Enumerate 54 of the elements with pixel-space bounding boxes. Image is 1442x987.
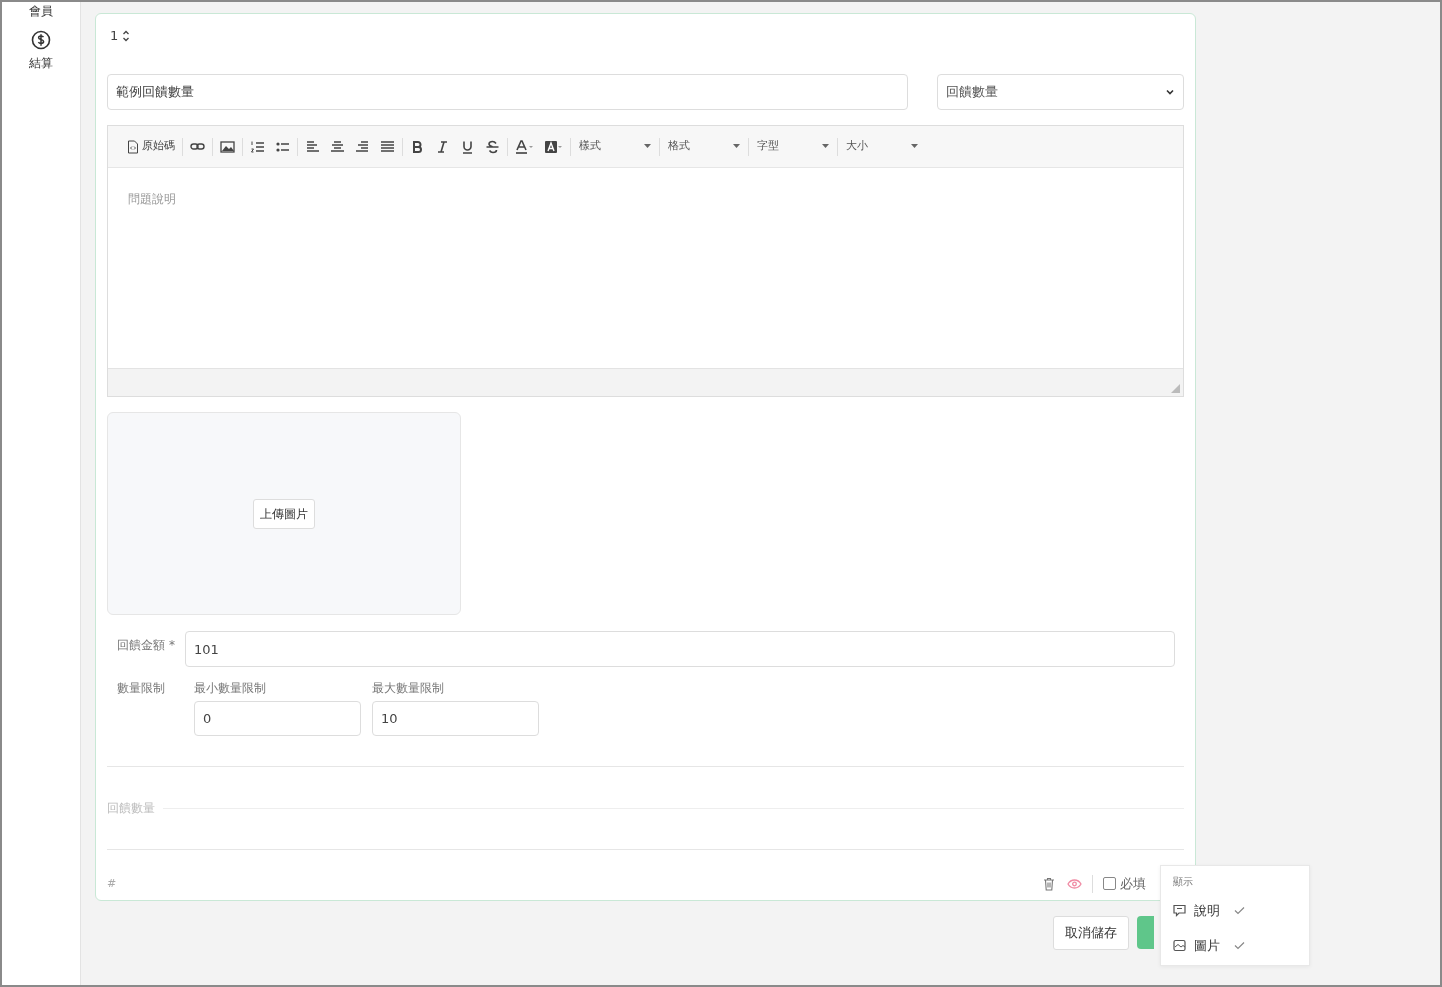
background-color-icon[interactable] — [544, 139, 563, 154]
italic-icon[interactable] — [435, 139, 450, 154]
checkbox-label[interactable]: 必填 — [1120, 874, 1146, 894]
numbered-list-icon[interactable] — [250, 139, 265, 154]
required-checkbox[interactable] — [1103, 877, 1116, 891]
format-dropdown[interactable]: 字型 — [751, 135, 835, 158]
type-select[interactable]: 回饋數量 — [937, 74, 1184, 110]
text-color-icon[interactable] — [515, 139, 534, 154]
caret-icon — [644, 144, 651, 149]
align-right-icon[interactable] — [355, 139, 370, 154]
field-label: 最小數量限制 — [194, 680, 267, 697]
rich-text-editor[interactable]: 原始碼 樣式 格式 字型 大小 問題說明 — [107, 125, 1184, 397]
required-mark: * — [169, 637, 175, 654]
strikethrough-icon[interactable] — [485, 139, 500, 154]
field-label: 數量限制 — [117, 680, 166, 697]
image-icon[interactable] — [220, 139, 235, 154]
cancel-button[interactable]: 取消儲存 — [1053, 916, 1129, 950]
align-center-icon[interactable] — [330, 139, 345, 154]
source-button[interactable]: 原始碼 — [122, 135, 180, 158]
upload-button[interactable]: 上傳圖片 — [253, 498, 315, 529]
bold-icon[interactable] — [410, 139, 425, 154]
nav-label[interactable]: 結算 — [29, 54, 53, 72]
chevron-down-icon — [1165, 88, 1175, 96]
code-file-icon — [127, 139, 139, 154]
menu-item[interactable]: 圖片 — [1173, 935, 1245, 955]
align-left-icon[interactable] — [305, 139, 320, 154]
image-upload-area[interactable]: 上傳圖片 — [107, 412, 461, 615]
section-label: 回饋數量 — [107, 800, 155, 817]
max-quantity-field[interactable]: 10 — [372, 701, 539, 736]
comment-icon — [1173, 904, 1186, 918]
order-number: 1 — [110, 27, 119, 46]
resize-handle-icon[interactable] — [1171, 384, 1180, 393]
nav-label[interactable]: 會員 — [29, 2, 53, 20]
menu-item[interactable]: 說明 — [1173, 901, 1245, 921]
trash-icon[interactable] — [1043, 876, 1055, 891]
format-dropdown[interactable]: 大小 — [840, 135, 924, 158]
question-id: # — [107, 875, 117, 892]
caret-icon — [822, 144, 829, 149]
field-label: 最大數量限制 — [372, 680, 445, 697]
menu-title: 顯示 — [1173, 875, 1194, 889]
align-justify-icon[interactable] — [380, 139, 395, 154]
format-dropdown[interactable]: 樣式 — [573, 135, 657, 158]
amount-field[interactable]: 101 — [185, 631, 1175, 667]
format-dropdown[interactable]: 格式 — [662, 135, 746, 158]
min-quantity-field[interactable]: 0 — [194, 701, 361, 736]
caret-icon — [733, 144, 740, 149]
dollar-icon[interactable] — [31, 30, 51, 50]
caret-icon — [911, 144, 918, 149]
sort-icon[interactable] — [122, 29, 131, 43]
field-label: 回饋金額 — [117, 637, 165, 654]
title-field[interactable]: 範例回饋數量 — [107, 74, 908, 110]
image-icon — [1173, 938, 1186, 952]
editor-placeholder: 問題說明 — [128, 192, 176, 206]
underline-icon[interactable] — [460, 139, 475, 154]
